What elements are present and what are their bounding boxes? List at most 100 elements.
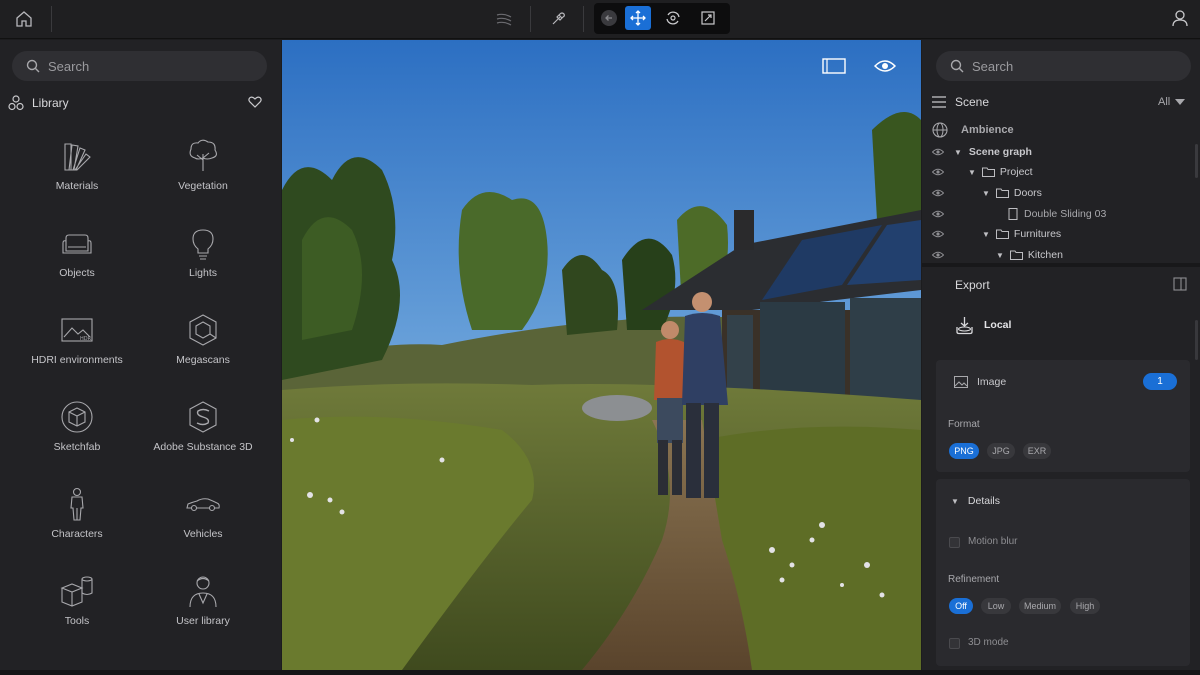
scene-header: Scene — [932, 94, 1194, 110]
library-panel: Library Materials Vegetation Objects Lig… — [0, 40, 281, 670]
visibility-toggle-button[interactable] — [871, 56, 899, 76]
eye-icon[interactable] — [932, 230, 944, 238]
format-option: EXR — [1027, 446, 1047, 456]
library-item-user-library[interactable]: User library — [140, 573, 266, 653]
library-item-hdri[interactable]: HDR HDRI environments — [14, 312, 140, 392]
menu-icon — [932, 96, 946, 108]
folder-icon — [995, 229, 1009, 239]
format-jpg[interactable]: JPG — [987, 443, 1015, 459]
3d-mode-label: 3D mode — [968, 637, 1009, 648]
eye-icon — [874, 60, 896, 72]
details-label: Details — [967, 495, 1001, 507]
folder-icon — [995, 188, 1009, 198]
library-item-label: Materials — [55, 180, 99, 192]
3d-mode-checkbox[interactable] — [949, 638, 960, 649]
caret-down-icon[interactable]: ▼ — [968, 168, 976, 177]
library-title: Library — [32, 96, 69, 110]
split-view-button[interactable] — [1173, 277, 1187, 291]
move-tool-button[interactable] — [625, 6, 651, 30]
refinement-low[interactable]: Low — [981, 598, 1011, 614]
library-item-vehicles[interactable]: Vehicles — [140, 486, 266, 566]
library-item-sketchfab[interactable]: Sketchfab — [14, 399, 140, 479]
eye-icon[interactable] — [932, 210, 944, 218]
library-item-megascans[interactable]: Megascans — [140, 312, 266, 392]
materials-icon — [64, 143, 91, 171]
refinement-off[interactable]: Off — [949, 598, 973, 614]
tree-scrollbar[interactable] — [1195, 144, 1198, 178]
format-png[interactable]: PNG — [949, 443, 979, 459]
render-viewport[interactable] — [282, 40, 921, 670]
library-item-objects[interactable]: Objects — [14, 225, 140, 305]
motion-blur-checkbox[interactable] — [949, 537, 960, 548]
layers-button[interactable] — [493, 8, 515, 30]
rotate-tool-button[interactable] — [660, 6, 686, 30]
frame-icon — [822, 58, 846, 74]
export-scrollbar[interactable] — [1195, 320, 1198, 360]
refinement-label: Refinement — [948, 574, 1000, 585]
library-item-substance[interactable]: Adobe Substance 3D — [140, 399, 266, 479]
caret-down-icon[interactable]: ▼ — [954, 148, 962, 157]
details-toggle[interactable]: ▼ Details — [951, 495, 1000, 507]
tree-label: Doors — [1013, 187, 1042, 199]
tree-label: Scene graph — [968, 146, 1032, 158]
library-item-label: HDRI environments — [31, 354, 123, 366]
refinement-medium[interactable]: Medium — [1019, 598, 1061, 614]
library-search-input[interactable] — [48, 58, 248, 74]
refinement-high[interactable]: High — [1070, 598, 1100, 614]
local-export-button[interactable]: Local — [955, 314, 1011, 336]
details-card: ▼ Details Motion blur Refinement Off Low… — [936, 479, 1190, 666]
scale-icon — [701, 11, 715, 25]
user-icon — [1172, 10, 1188, 27]
image-icon — [954, 376, 968, 388]
refinement-option: Low — [987, 601, 1005, 611]
tree-row-project[interactable]: ▼ Project — [932, 163, 1033, 181]
search-icon — [26, 59, 40, 73]
library-item-vegetation[interactable]: Vegetation — [140, 138, 266, 218]
tree-row-doors[interactable]: ▼ Doors — [932, 184, 1042, 202]
library-item-label: User library — [176, 615, 230, 627]
eye-icon[interactable] — [932, 189, 944, 197]
tree-row-double-sliding[interactable]: Double Sliding 03 — [932, 205, 1106, 223]
ambience-item[interactable]: Ambience — [932, 121, 1014, 139]
scene-search-input[interactable] — [972, 58, 1172, 74]
eye-icon[interactable] — [932, 251, 944, 259]
image-count-badge[interactable]: 1 — [1143, 373, 1177, 390]
caret-down-icon[interactable]: ▼ — [982, 189, 990, 198]
image-label: Image — [977, 376, 1007, 388]
back-button[interactable] — [596, 6, 622, 30]
library-item-label: Tools — [64, 615, 90, 627]
tree-row-scene-graph[interactable]: ▼ Scene graph — [932, 143, 1032, 161]
account-button[interactable] — [1169, 7, 1191, 29]
tree-icon — [189, 139, 217, 171]
library-item-label: Sketchfab — [53, 441, 101, 453]
frame-toggle-button[interactable] — [820, 56, 848, 76]
caret-down-icon[interactable]: ▼ — [982, 230, 990, 239]
toolbar-separator — [583, 6, 584, 32]
library-search[interactable] — [12, 51, 267, 81]
library-item-tools[interactable]: Tools — [14, 573, 140, 653]
favorites-button[interactable] — [246, 94, 264, 110]
transform-toolgroup — [594, 3, 730, 34]
format-exr[interactable]: EXR — [1023, 443, 1051, 459]
home-button[interactable] — [12, 8, 36, 30]
library-item-materials[interactable]: Materials — [14, 138, 140, 218]
folder-icon — [981, 167, 995, 177]
search-icon — [950, 59, 964, 73]
library-item-lights[interactable]: Lights — [140, 225, 266, 305]
tree-row-furnitures[interactable]: ▼ Furnitures — [932, 225, 1061, 243]
color-picker-button[interactable] — [547, 8, 569, 30]
globe-icon — [932, 122, 948, 138]
image-count: 1 — [1157, 376, 1163, 387]
library-item-characters[interactable]: Characters — [14, 486, 140, 566]
eye-icon[interactable] — [932, 168, 944, 176]
scene-filter-dropdown[interactable]: All — [1158, 95, 1186, 109]
tree-row-kitchen[interactable]: ▼ Kitchen — [932, 246, 1063, 264]
eye-icon[interactable] — [932, 148, 944, 156]
library-item-label: Objects — [59, 267, 95, 279]
motion-blur-label: Motion blur — [968, 536, 1018, 547]
library-item-label: Megascans — [176, 354, 230, 366]
scale-tool-button[interactable] — [695, 6, 721, 30]
scene-search[interactable] — [936, 51, 1191, 81]
library-icon — [8, 95, 24, 111]
caret-down-icon[interactable]: ▼ — [996, 251, 1004, 260]
